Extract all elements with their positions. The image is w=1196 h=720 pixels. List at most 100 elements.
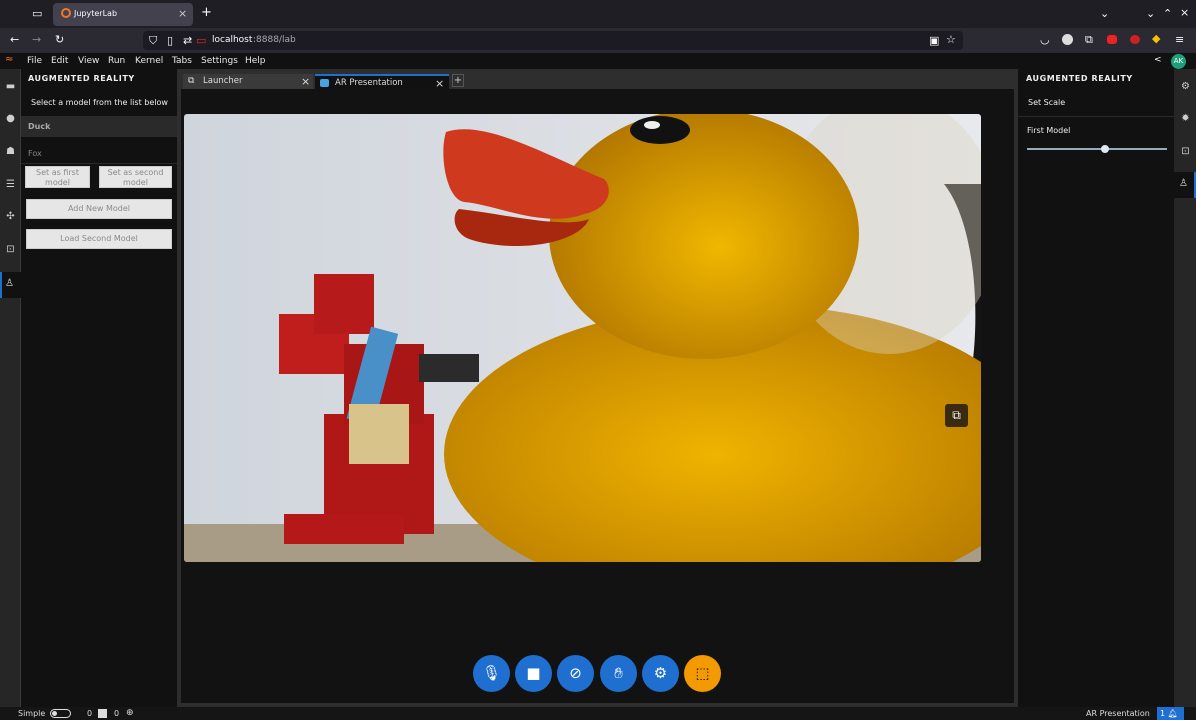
file-browser-icon[interactable]: ▬ bbox=[4, 81, 17, 94]
share-icon[interactable]: < bbox=[1154, 56, 1162, 65]
camera-button[interactable]: ■ bbox=[515, 655, 552, 692]
slider-thumb[interactable] bbox=[1101, 145, 1110, 153]
ar-scan-icon[interactable]: ⊡ bbox=[4, 244, 17, 257]
model-label: Fox bbox=[28, 149, 42, 158]
ar-tab-icon bbox=[320, 79, 329, 87]
tab-label: Launcher bbox=[203, 76, 243, 86]
model-instruction: Select a model from the list below bbox=[31, 98, 168, 107]
app-menu-icon[interactable]: ≡ bbox=[1175, 34, 1184, 45]
close-window-icon[interactable]: × bbox=[1180, 7, 1189, 18]
forward-icon[interactable]: → bbox=[32, 34, 41, 45]
load-second-model-button[interactable]: Load Second Model bbox=[26, 229, 172, 249]
eye-off-icon: ⊘ bbox=[569, 664, 582, 682]
pocket-icon[interactable]: ◡ bbox=[1040, 34, 1050, 45]
terminal-count: 0 bbox=[114, 709, 120, 718]
minimize-icon[interactable]: ⌄ bbox=[1146, 8, 1155, 19]
ar-scan-icon[interactable]: ⊡ bbox=[1179, 146, 1192, 159]
bookmark-star-icon[interactable]: ☆ bbox=[946, 34, 956, 45]
maximize-icon[interactable]: ⌃ bbox=[1163, 8, 1172, 19]
collaboration-icon[interactable]: ☗ bbox=[4, 146, 17, 159]
globe-icon[interactable]: ⊕ bbox=[126, 708, 134, 718]
running-icon[interactable]: ● bbox=[4, 113, 17, 126]
model-item-duck[interactable]: Duck bbox=[21, 116, 177, 137]
right-panel-header: AUGMENTED REALITY bbox=[1026, 74, 1133, 83]
simple-mode-toggle[interactable] bbox=[50, 709, 71, 718]
property-inspector-icon[interactable]: ⚙ bbox=[1179, 81, 1192, 94]
ar-user-tab-right[interactable]: ♙ bbox=[1174, 172, 1196, 198]
notifications-button[interactable]: 1 🔔︎ bbox=[1157, 707, 1184, 720]
raise-hand-button[interactable]: ✋︎ bbox=[600, 655, 637, 692]
browser-tab[interactable]: JupyterLab × bbox=[53, 3, 193, 26]
menu-run[interactable]: Run bbox=[108, 56, 125, 66]
status-bar: Simple 0 0 ⊕ AR Presentation 1 🔔︎ bbox=[0, 707, 1196, 720]
ar-user-tab[interactable]: ♙ bbox=[0, 272, 21, 298]
record-icon[interactable] bbox=[1130, 35, 1140, 44]
close-tab-icon[interactable]: × bbox=[301, 75, 310, 88]
add-tab-button[interactable]: + bbox=[452, 74, 464, 87]
tab-overview-icon[interactable]: ▭ bbox=[32, 8, 42, 19]
menu-help[interactable]: Help bbox=[245, 56, 266, 66]
shield-icon[interactable]: ⛉ bbox=[149, 35, 157, 46]
youtube-icon[interactable] bbox=[1107, 35, 1117, 44]
tab-launcher[interactable]: ⧉ Launcher × bbox=[183, 74, 313, 89]
kernel-count: 0 bbox=[87, 709, 93, 718]
user-avatar[interactable]: AK bbox=[1171, 54, 1186, 69]
left-sidebar-tabs bbox=[0, 69, 21, 707]
active-document-label: AR Presentation bbox=[1086, 709, 1150, 718]
picture-in-picture-button[interactable]: ⧉ bbox=[945, 404, 968, 427]
close-tab-icon[interactable]: × bbox=[435, 77, 444, 90]
camera-sharing-icon[interactable]: ▭ bbox=[196, 35, 206, 46]
menu-settings[interactable]: Settings bbox=[201, 56, 238, 66]
table-of-contents-icon[interactable]: ☰ bbox=[4, 179, 17, 192]
tab-ar-presentation[interactable]: AR Presentation × bbox=[315, 74, 449, 90]
ar-right-panel: AUGMENTED REALITY Set Scale First Model bbox=[1018, 69, 1174, 707]
browser-tab-bar: ▭ JupyterLab × + ⌄ ⌄ ⌃ × bbox=[0, 0, 1196, 28]
new-tab-button[interactable]: + bbox=[201, 6, 212, 19]
tab-label: AR Presentation bbox=[335, 78, 403, 88]
mute-mic-button[interactable]: 🎙︎ bbox=[473, 655, 510, 692]
url-host: localhost bbox=[212, 35, 253, 45]
bell-icon: 🔔︎ bbox=[1167, 709, 1178, 718]
menu-file[interactable]: File bbox=[27, 56, 42, 66]
menu-edit[interactable]: Edit bbox=[51, 56, 68, 66]
hide-button[interactable]: ⊘ bbox=[557, 655, 594, 692]
simple-mode-label: Simple bbox=[18, 709, 46, 718]
model-item-fox[interactable]: Fox bbox=[21, 143, 177, 164]
settings-button[interactable]: ⚙ bbox=[642, 655, 679, 692]
ar-scene-graphic bbox=[184, 114, 981, 562]
browser-tab-title: JupyterLab bbox=[74, 9, 118, 18]
notification-count: 1 bbox=[1160, 709, 1166, 718]
user-icon: ♙ bbox=[1179, 178, 1188, 189]
addon-icon[interactable]: ◆ bbox=[1152, 33, 1160, 44]
gear-icon: ⚙ bbox=[653, 664, 668, 682]
set-first-model-button[interactable]: Set as first model bbox=[25, 166, 90, 188]
set-second-model-button[interactable]: Set as second model bbox=[99, 166, 172, 188]
extensions-icon[interactable]: ⧉ bbox=[1085, 34, 1093, 45]
permissions-icon[interactable]: ⇄ bbox=[183, 35, 192, 46]
menu-tabs[interactable]: Tabs bbox=[172, 56, 192, 66]
list-tabs-icon[interactable]: ⌄ bbox=[1100, 8, 1109, 19]
ar-mode-button[interactable]: ⬚ bbox=[684, 655, 721, 692]
extension-manager-icon[interactable]: ✣ bbox=[4, 211, 17, 224]
close-tab-icon[interactable]: × bbox=[178, 7, 187, 20]
url-path: :8888/lab bbox=[253, 35, 296, 45]
ar-video-view[interactable]: ⧉ bbox=[184, 114, 981, 562]
toggle-knob bbox=[52, 711, 57, 716]
user-icon: ♙ bbox=[5, 278, 14, 289]
left-panel-header: AUGMENTED REALITY bbox=[28, 74, 135, 83]
ar-pointer-icon: ⬚ bbox=[695, 664, 710, 682]
back-icon[interactable]: ← bbox=[10, 34, 19, 45]
mic-off-icon: 🎙︎ bbox=[481, 664, 502, 682]
debugger-icon[interactable]: ✹ bbox=[1179, 113, 1192, 126]
url-bar[interactable]: ⛉ ▯ ⇄ ▭ localhost :8888/lab ▣ ☆ bbox=[143, 31, 963, 50]
reader-icon[interactable]: ▣ bbox=[929, 35, 939, 46]
menu-view[interactable]: View bbox=[78, 56, 99, 66]
menu-kernel[interactable]: Kernel bbox=[135, 56, 163, 66]
set-scale-label: Set Scale bbox=[1028, 98, 1066, 107]
scale-slider[interactable] bbox=[1027, 145, 1167, 153]
page-icon[interactable]: ▯ bbox=[167, 35, 173, 46]
account-icon[interactable] bbox=[1062, 34, 1073, 45]
right-sidebar-tabs bbox=[1174, 69, 1196, 707]
add-new-model-button[interactable]: Add New Model bbox=[26, 199, 172, 219]
reload-icon[interactable]: ↻ bbox=[55, 34, 64, 45]
